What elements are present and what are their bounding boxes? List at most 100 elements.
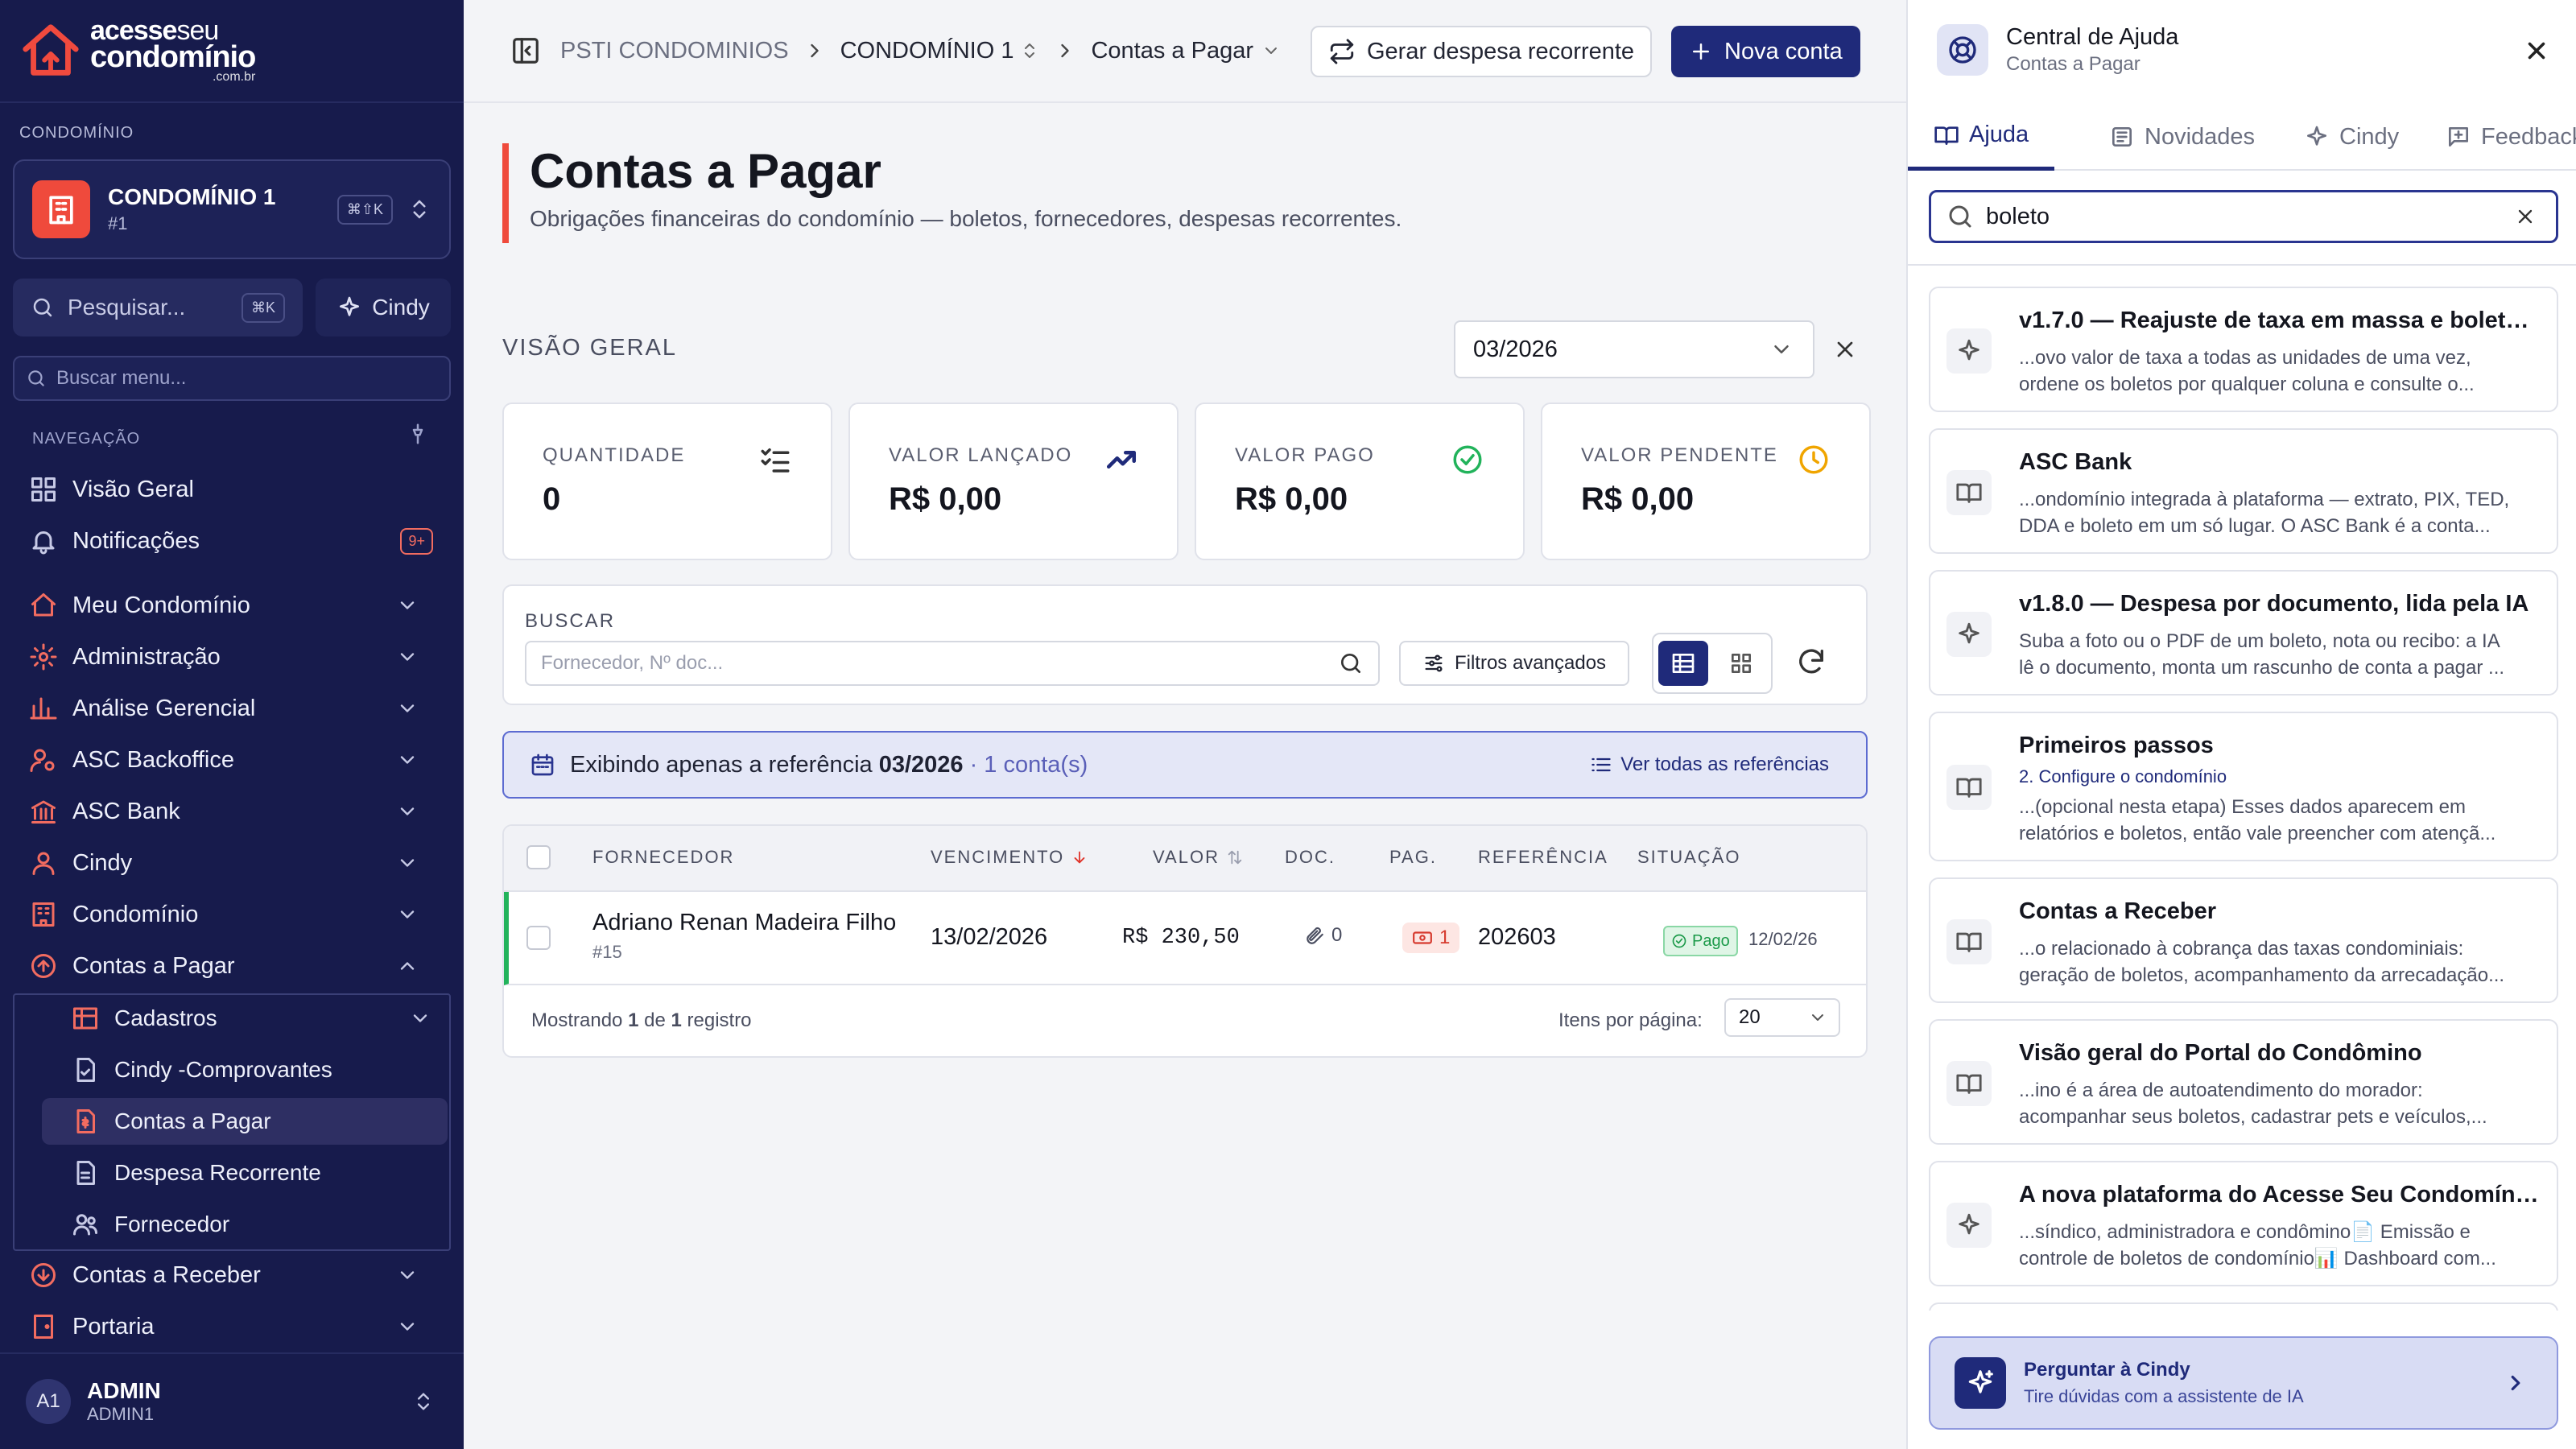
nav-item-condominio[interactable]: Condomínio <box>13 892 451 937</box>
subnav-item-label: Fornecedor <box>114 1212 230 1236</box>
nav-item-administracao[interactable]: Administração <box>13 634 451 679</box>
page-header: Contas a Pagar Obrigações financeiras do… <box>502 143 1402 243</box>
nav-item-label: Condomínio <box>72 901 199 927</box>
advanced-filters-button[interactable]: Filtros avançados <box>1399 641 1629 686</box>
nav-item-analise-gerencial[interactable]: Análise Gerencial <box>13 686 451 731</box>
reference-count: · 1 conta(s) <box>969 751 1088 778</box>
clear-period-icon[interactable] <box>1832 336 1858 362</box>
select-all-checkbox[interactable] <box>526 845 551 869</box>
help-result[interactable]: Contas a Receber ...o relacionado à cobr… <box>1929 877 2558 1003</box>
check-circle-icon <box>1671 933 1687 949</box>
clear-search-icon[interactable] <box>2514 205 2537 228</box>
nav-item-asc-bank[interactable]: ASC Bank <box>13 789 451 834</box>
reference-info-bar: Exibindo apenas a referência 03/2026 · 1… <box>502 731 1868 799</box>
chevron-right-icon <box>1054 39 1076 62</box>
help-search-input[interactable]: boleto <box>1929 190 2558 243</box>
table-view-button[interactable] <box>1658 641 1708 686</box>
nav-item-contas-a-receber[interactable]: Contas a Receber <box>13 1253 451 1298</box>
nav-item-portaria[interactable]: Portaria <box>13 1304 451 1349</box>
book-icon <box>1946 919 1992 964</box>
subnav-item-label: Contas a Pagar <box>114 1108 271 1133</box>
breadcrumb-page[interactable]: Contas a Pagar <box>1091 38 1281 64</box>
nav-item-contas-a-pagar[interactable]: Contas a Pagar <box>13 943 451 989</box>
chevron-down-icon <box>396 697 419 720</box>
search-icon <box>1946 202 1975 231</box>
subnav-item-despesa-recorrente[interactable]: Despesa Recorrente <box>42 1150 448 1196</box>
building-icon <box>29 900 58 929</box>
user-menu[interactable]: A1 ADMIN ADMIN1 <box>0 1352 464 1449</box>
chevron-up-icon <box>396 955 419 977</box>
reference-prefix: Exibindo apenas a referência <box>570 751 873 778</box>
column-valor[interactable]: VALOR <box>1153 847 1244 868</box>
help-result[interactable]: Visão geral do Portal do Condômino ...in… <box>1929 1019 2558 1145</box>
help-result[interactable]: A nova plataforma do Acesse Seu Condomín… <box>1929 1161 2558 1286</box>
subnav-item-contas-a-pagar[interactable]: Contas a Pagar <box>42 1098 448 1145</box>
grid-view-button[interactable] <box>1716 641 1766 686</box>
ask-cindy-button[interactable]: Perguntar à Cindy Tire dúvidas com a ass… <box>1929 1336 2558 1430</box>
users-gear-icon <box>29 745 58 774</box>
cindy-button[interactable]: Cindy <box>316 279 451 336</box>
close-icon[interactable] <box>2523 37 2550 64</box>
cell-doc[interactable]: 0 <box>1304 924 1342 947</box>
cell-pag-badge[interactable]: 1 <box>1402 923 1460 953</box>
search-placeholder: Fornecedor, Nº doc... <box>541 652 724 674</box>
column-vencimento[interactable]: VENCIMENTO <box>931 847 1088 868</box>
per-page-select[interactable]: 20 <box>1724 998 1840 1037</box>
stat-card-valor-pago: VALOR PAGO R$ 0,00 <box>1195 402 1525 560</box>
view-all-references-link[interactable]: Ver todas as referências <box>1590 753 1829 776</box>
generate-recurring-button[interactable]: Gerar despesa recorrente <box>1311 26 1653 77</box>
cell-data-pagamento: 12/02/26 <box>1748 929 1818 949</box>
menu-search-input[interactable]: Buscar menu... <box>13 356 451 401</box>
search-shortcut: ⌘K <box>241 292 285 323</box>
tab-feedback[interactable]: Feedback <box>2420 103 2576 171</box>
table-header: FORNECEDOR VENCIMENTO VALOR DOC. PAG. RE… <box>504 826 1866 892</box>
sidebar-toggle-icon[interactable] <box>510 35 541 66</box>
column-situacao: SITUAÇÃO <box>1637 847 1741 867</box>
nav-item-asc-backoffice[interactable]: ASC Backoffice <box>13 737 451 782</box>
checklist-icon <box>758 443 792 477</box>
breadcrumb-org[interactable]: PSTI CONDOMINIOS <box>560 38 789 64</box>
document-dollar-icon <box>71 1107 100 1136</box>
cell-valor: R$ 230,50 <box>1122 926 1240 950</box>
nav-item-cindy[interactable]: Cindy <box>13 840 451 886</box>
sparkle-icon <box>336 295 362 320</box>
supplier-search-input[interactable]: Fornecedor, Nº doc... <box>525 641 1380 686</box>
global-search-button[interactable]: Pesquisar... ⌘K <box>13 279 303 336</box>
nav-label: NAVEGAÇÃO <box>32 430 141 448</box>
row-checkbox[interactable] <box>526 926 551 950</box>
table-row[interactable]: Adriano Renan Madeira Filho #15 13/02/20… <box>504 892 1866 985</box>
nav-item-visao-geral[interactable]: Visão Geral <box>13 467 451 512</box>
nav-item-notificacoes[interactable]: Notificações 9+ <box>13 518 451 564</box>
new-account-label: Nova conta <box>1724 38 1843 64</box>
help-result[interactable]: v1.7.0 — Reajuste de taxa em massa e bol… <box>1929 287 2558 412</box>
help-result[interactable]: ASC Bank ...ondomínio integrada à plataf… <box>1929 428 2558 554</box>
tab-ajuda[interactable]: Ajuda <box>1908 103 2055 171</box>
refresh-icon[interactable] <box>1795 646 1827 678</box>
plus-icon <box>1689 39 1713 64</box>
subnav-item-fornecedor[interactable]: Fornecedor <box>42 1201 448 1248</box>
pin-icon[interactable] <box>406 422 430 446</box>
help-result-title: Contas a Receber <box>2019 898 2216 924</box>
global-search-label: Pesquisar... <box>68 295 186 320</box>
help-result-description: ...ino é a área de autoatendimento do mo… <box>2019 1080 2487 1128</box>
period-select[interactable]: 03/2026 <box>1454 320 1814 378</box>
new-account-button[interactable]: Nova conta <box>1671 26 1860 77</box>
book-icon <box>1946 765 1992 810</box>
column-fornecedor[interactable]: FORNECEDOR <box>592 847 734 868</box>
brand[interactable]: acesseseu condomínio .com.br <box>0 0 464 103</box>
grid-icon <box>29 475 58 504</box>
search-label: BUSCAR <box>525 610 616 632</box>
subnav-item-label: Cadastros <box>114 1005 217 1030</box>
nav-item-meu-condominio[interactable]: Meu Condomínio <box>13 583 451 628</box>
subnav-item-cindy-comprovantes[interactable]: Cindy -Comprovantes <box>42 1046 448 1093</box>
breadcrumb-condo[interactable]: CONDOMÍNIO 1 <box>840 38 1040 64</box>
help-result[interactable]: v1.8.0 — Despesa por documento, lida pel… <box>1929 570 2558 696</box>
table-icon <box>1670 650 1696 676</box>
tab-cindy[interactable]: Cindy <box>2278 103 2425 171</box>
nav-item-label: Administração <box>72 643 221 670</box>
condo-selector[interactable]: CONDOMÍNIO 1 #1 ⌘⇧K <box>13 159 451 259</box>
chevron-updown-icon <box>407 197 431 221</box>
help-result[interactable]: Primeiros passos 2. Configure o condomín… <box>1929 712 2558 861</box>
subnav-item-cadastros[interactable]: Cadastros <box>42 995 448 1042</box>
tab-novidades[interactable]: Novidades <box>2083 103 2281 171</box>
